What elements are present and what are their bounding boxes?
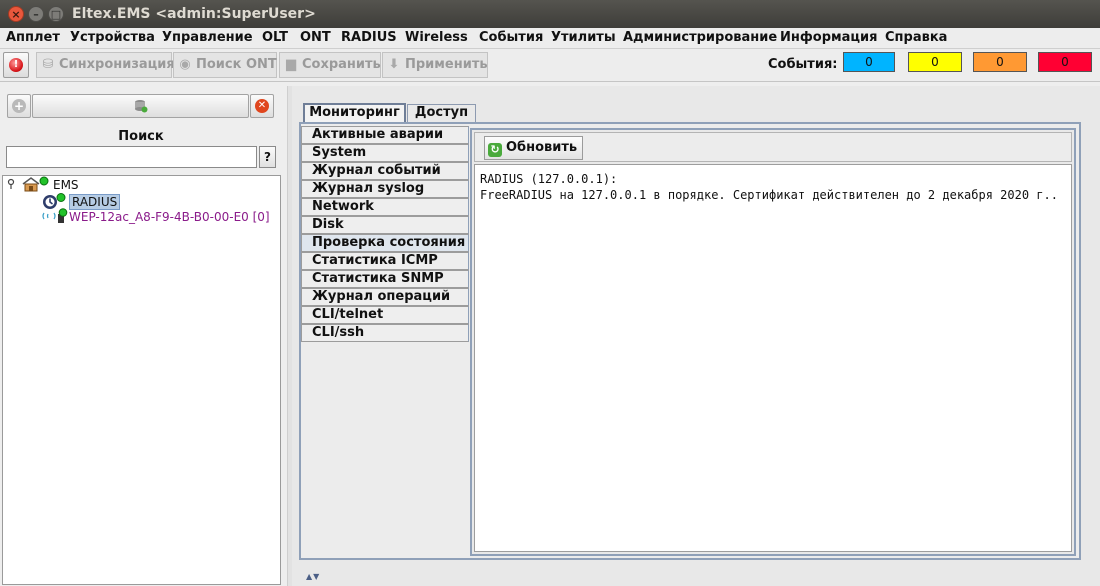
ont-search-icon: ◉	[179, 57, 191, 72]
tree-node-ems[interactable]: EMS	[7, 176, 79, 192]
health-check-content: ↻ Обновить RADIUS (127.0.0.1): FreeRADIUS…	[470, 128, 1076, 556]
window-maximize-button[interactable]: □	[48, 6, 64, 22]
collapse-arrows-icon[interactable]: ▲▼	[306, 572, 320, 581]
sync-icon: ⛁	[42, 57, 54, 72]
ont-search-label: Поиск ONT	[196, 57, 277, 72]
apply-arrow-icon: ⬇	[388, 57, 400, 72]
apply-label: Применить	[405, 57, 488, 72]
output-line: FreeRADIUS на 127.0.0.1 в порядке. Серти…	[480, 188, 1058, 202]
tree-node-radius[interactable]: RADIUS	[41, 193, 121, 210]
apply-button[interactable]: ⬇ Применить	[382, 52, 488, 78]
events-label: События:	[768, 57, 838, 72]
window-title: Eltex.EMS <admin:SuperUser>	[72, 6, 316, 22]
sync-label: Синхронизация	[59, 57, 175, 72]
content-toolbar: ↻ Обновить	[474, 132, 1072, 162]
database-button[interactable]	[32, 94, 249, 118]
side-tab-system[interactable]: System	[301, 144, 469, 162]
tab-access[interactable]: Доступ	[407, 104, 476, 122]
device-tree[interactable]: EMS RADIUS WEP-12ac_A8-F9-4B-B0-00-E0 [0…	[2, 175, 281, 585]
menu-olt[interactable]: OLT	[262, 30, 288, 45]
menu-ont[interactable]: ONT	[300, 30, 331, 45]
alarm-icon: !	[9, 58, 23, 72]
search-input[interactable]	[6, 146, 257, 168]
save-icon: ▆	[286, 57, 296, 72]
access-point-icon	[42, 208, 68, 223]
left-panel: + ✕ Поиск ? EMS RADIUS WEP-12ac_A8-F9-4B…	[0, 86, 284, 586]
window-close-button[interactable]: ×	[8, 6, 24, 22]
events-count-critical[interactable]: 0	[1038, 52, 1092, 72]
tree-node-ems-label: EMS	[53, 178, 79, 192]
health-check-output[interactable]: RADIUS (127.0.0.1): FreeRADIUS на 127.0.…	[474, 164, 1072, 552]
search-help-button[interactable]: ?	[259, 146, 276, 168]
save-label: Сохранить	[302, 57, 381, 72]
remove-node-button[interactable]: ✕	[250, 94, 274, 118]
monitoring-side-tabs: Активные аварии System Журнал событий Жу…	[301, 126, 469, 560]
events-count-info[interactable]: 0	[843, 52, 895, 72]
window-minimize-button[interactable]: –	[28, 6, 44, 22]
sync-button[interactable]: ⛁ Синхронизация	[36, 52, 175, 78]
events-count-major[interactable]: 0	[973, 52, 1027, 72]
refresh-icon: ↻	[488, 143, 502, 157]
output-line: RADIUS (127.0.0.1):	[480, 172, 618, 186]
menu-devices[interactable]: Устройства	[70, 30, 155, 45]
ems-home-icon	[7, 176, 49, 192]
events-count-warning[interactable]: 0	[908, 52, 962, 72]
refresh-button[interactable]: ↻ Обновить	[484, 136, 584, 160]
side-tab-snmp-stats[interactable]: Статистика SNMP	[301, 270, 469, 288]
side-tab-syslog[interactable]: Журнал syslog	[301, 180, 469, 198]
tree-node-wep-label: WEP-12ac_A8-F9-4B-B0-00-E0 [0]	[69, 210, 270, 224]
menu-wireless[interactable]: Wireless	[405, 30, 468, 45]
side-tab-operation-log[interactable]: Журнал операций	[301, 288, 469, 306]
save-button[interactable]: ▆ Сохранить	[279, 52, 381, 78]
database-icon	[135, 100, 148, 113]
menubar: Апплет Устройства Управление OLT ONT RAD…	[0, 28, 1100, 49]
add-node-button[interactable]: +	[7, 94, 31, 118]
side-tab-icmp-stats[interactable]: Статистика ICMP	[301, 252, 469, 270]
menu-information[interactable]: Информация	[780, 30, 878, 45]
menu-administration[interactable]: Администрирование	[623, 30, 777, 45]
plus-icon: +	[12, 99, 26, 113]
window-titlebar: × – □ Eltex.EMS <admin:SuperUser>	[0, 0, 1100, 28]
search-label: Поиск	[118, 129, 164, 144]
side-tab-disk[interactable]: Disk	[301, 216, 469, 234]
tree-node-wep[interactable]: WEP-12ac_A8-F9-4B-B0-00-E0 [0]	[41, 208, 270, 224]
menu-events[interactable]: События	[479, 30, 543, 45]
side-tab-active-alarms[interactable]: Активные аварии	[301, 126, 469, 144]
side-tab-cli-telnet[interactable]: CLI/telnet	[301, 306, 469, 324]
refresh-label: Обновить	[506, 140, 578, 155]
side-tab-cli-ssh[interactable]: CLI/ssh	[301, 324, 469, 342]
radius-server-icon	[43, 193, 66, 209]
side-tab-health-check[interactable]: Проверка состояния	[301, 234, 469, 252]
menu-radius[interactable]: RADIUS	[341, 30, 397, 45]
ont-search-button[interactable]: ◉ Поиск ONT	[173, 52, 277, 78]
toolbar: ! ⛁ Синхронизация ◉ Поиск ONT ▆ Сохранить ⬇…	[0, 49, 1100, 82]
side-tab-event-log[interactable]: Журнал событий	[301, 162, 469, 180]
menu-utilities[interactable]: Утилиты	[551, 30, 616, 45]
right-panel: Мониторинг Доступ Активные аварии System…	[292, 86, 1100, 586]
menu-help[interactable]: Справка	[885, 30, 947, 45]
alarm-button[interactable]: !	[3, 52, 29, 78]
tab-monitoring[interactable]: Мониторинг	[303, 103, 406, 122]
menu-management[interactable]: Управление	[162, 30, 253, 45]
side-tab-network[interactable]: Network	[301, 198, 469, 216]
close-icon: ✕	[255, 99, 269, 113]
menu-applet[interactable]: Апплет	[6, 30, 60, 45]
